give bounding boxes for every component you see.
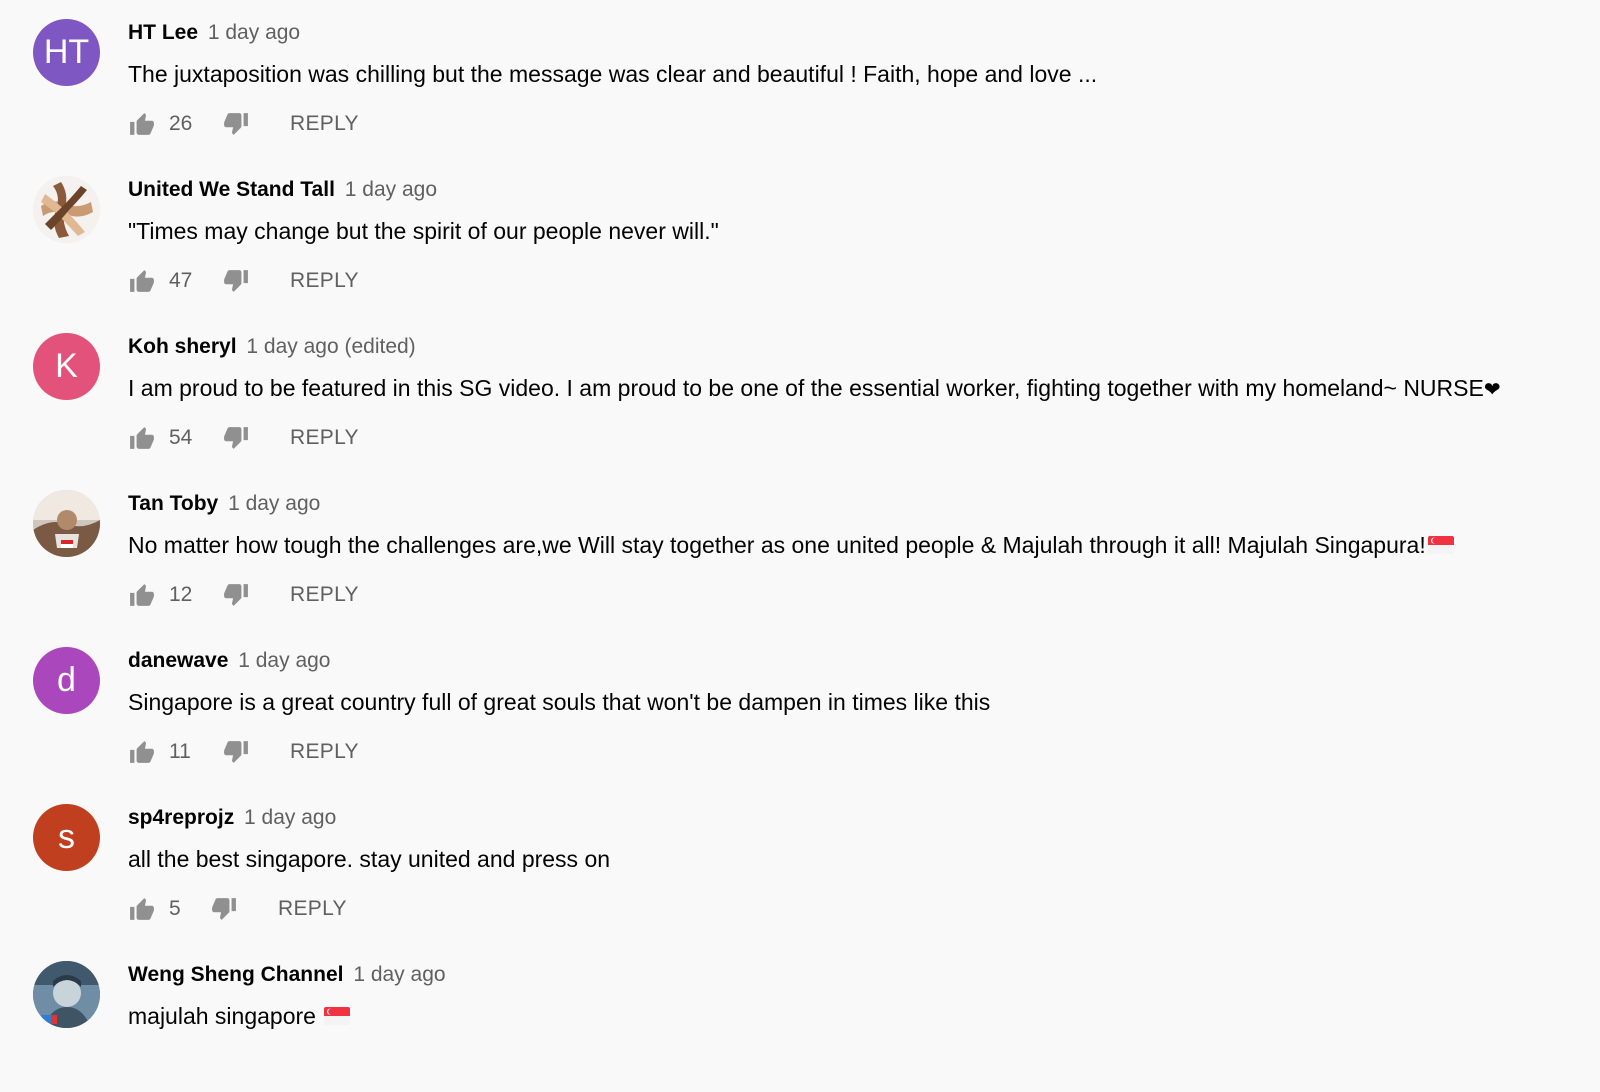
- comment-header: danewave 1 day ago: [128, 646, 330, 676]
- reply-button[interactable]: REPLY: [290, 740, 359, 764]
- avatar-initials: K: [55, 347, 78, 385]
- author-name[interactable]: HT Lee: [128, 21, 198, 44]
- published-time[interactable]: 1 day ago: [353, 963, 445, 986]
- like-count: 5: [169, 897, 181, 920]
- comment-text: majulah singapore: [128, 999, 351, 1033]
- joined-hands-avatar-icon[interactable]: [33, 176, 100, 243]
- thumbs-down-icon[interactable]: [222, 424, 250, 452]
- comment-action-bar: 47 REPLY: [128, 263, 359, 299]
- singapore-flag-icon: [324, 1007, 351, 1025]
- thumbs-down-icon[interactable]: [222, 581, 250, 609]
- thumbs-up-icon[interactable]: [128, 267, 156, 295]
- avatar[interactable]: d: [33, 647, 100, 714]
- published-time[interactable]: 1 day ago: [244, 806, 336, 829]
- reply-button[interactable]: REPLY: [278, 897, 347, 921]
- comment-action-bar: 54 REPLY: [128, 420, 359, 456]
- thumbs-up-icon[interactable]: [128, 581, 156, 609]
- comment-text: The juxtaposition was chilling but the m…: [128, 57, 1097, 91]
- comment-header: Tan Toby 1 day ago: [128, 489, 320, 519]
- comment-action-bar: 11 REPLY: [128, 734, 359, 770]
- author-name[interactable]: sp4reprojz: [128, 806, 234, 829]
- published-time[interactable]: 1 day ago: [238, 649, 330, 672]
- comment-header: United We Stand Tall 1 day ago: [128, 175, 437, 205]
- comment-header: Koh sheryl 1 day ago (edited): [128, 332, 416, 362]
- comment-text-body: I am proud to be featured in this SG vid…: [128, 375, 1484, 401]
- comment-text: all the best singapore. stay united and …: [128, 842, 610, 876]
- author-name[interactable]: Weng Sheng Channel: [128, 963, 343, 986]
- thumbs-up-icon[interactable]: [128, 738, 156, 766]
- author-name[interactable]: Tan Toby: [128, 492, 218, 515]
- reply-button[interactable]: REPLY: [290, 426, 359, 450]
- comment-action-bar: 5 REPLY: [128, 891, 347, 927]
- comment-thread: HT HT Lee 1 day ago The juxtaposition wa…: [0, 0, 1600, 150]
- comment-thread: s sp4reprojz 1 day ago all the best sing…: [0, 785, 1600, 935]
- avatar[interactable]: HT: [33, 19, 100, 86]
- comment-text-body: Singapore is a great country full of gre…: [128, 689, 991, 715]
- comment-text: I am proud to be featured in this SG vid…: [128, 371, 1501, 405]
- comment-text: No matter how tough the challenges are,w…: [128, 528, 1454, 562]
- thumbs-up-icon[interactable]: [128, 110, 156, 138]
- thumbs-down-icon[interactable]: [222, 110, 250, 138]
- comment-header: HT Lee 1 day ago: [128, 18, 300, 48]
- author-name[interactable]: United We Stand Tall: [128, 178, 335, 201]
- thumbs-up-icon[interactable]: [128, 895, 156, 923]
- profile-photo-avatar-icon[interactable]: [33, 490, 100, 557]
- comment-text: Singapore is a great country full of gre…: [128, 685, 990, 719]
- comment-text-body: majulah singapore: [128, 1003, 316, 1029]
- published-time[interactable]: 1 day ago (edited): [246, 335, 415, 358]
- avatar[interactable]: K: [33, 333, 100, 400]
- heart-icon: ❤: [1483, 379, 1501, 401]
- thumbs-down-icon[interactable]: [222, 738, 250, 766]
- author-name[interactable]: danewave: [128, 649, 228, 672]
- published-time[interactable]: 1 day ago: [228, 492, 320, 515]
- reply-button[interactable]: REPLY: [290, 112, 359, 136]
- like-count: 47: [169, 269, 193, 292]
- reply-button[interactable]: REPLY: [290, 269, 359, 293]
- published-time[interactable]: 1 day ago: [208, 21, 300, 44]
- comment-text: "Times may change but the spirit of our …: [128, 214, 719, 248]
- comment-thread: Weng Sheng Channel 1 day ago majulah sin…: [0, 942, 1600, 1092]
- thumbs-down-icon[interactable]: [222, 267, 250, 295]
- like-count: 26: [169, 112, 193, 135]
- comment-thread: K Koh sheryl 1 day ago (edited) I am pro…: [0, 314, 1600, 464]
- comment-thread: d danewave 1 day ago Singapore is a grea…: [0, 628, 1600, 778]
- thumbs-up-icon[interactable]: [128, 424, 156, 452]
- like-count: 11: [169, 740, 191, 763]
- comment-action-bar: 26 REPLY: [128, 106, 359, 142]
- comment-text-body: The juxtaposition was chilling but the m…: [128, 61, 1098, 87]
- avatar[interactable]: s: [33, 804, 100, 871]
- time-text: 1 day ago: [246, 335, 339, 358]
- profile-photo-avatar-icon[interactable]: [33, 961, 100, 1028]
- like-count: 54: [169, 426, 193, 449]
- like-count: 12: [169, 583, 193, 606]
- comment-header: Weng Sheng Channel 1 day ago: [128, 960, 446, 990]
- thumbs-down-icon[interactable]: [210, 895, 238, 923]
- comment-thread: Tan Toby 1 day ago No matter how tough t…: [0, 471, 1600, 621]
- comment-text-body: "Times may change but the spirit of our …: [128, 218, 719, 244]
- comment-action-bar: 12 REPLY: [128, 577, 359, 613]
- comment-text-body: No matter how tough the challenges are,w…: [128, 532, 1426, 558]
- author-name[interactable]: Koh sheryl: [128, 335, 237, 358]
- comment-thread: United We Stand Tall 1 day ago "Times ma…: [0, 157, 1600, 307]
- avatar-initials: s: [58, 818, 75, 856]
- edited-label: (edited): [344, 335, 416, 358]
- avatar-initials: d: [57, 661, 76, 699]
- published-time[interactable]: 1 day ago: [345, 178, 437, 201]
- singapore-flag-icon: [1427, 536, 1454, 554]
- reply-button[interactable]: REPLY: [290, 583, 359, 607]
- comment-header: sp4reprojz 1 day ago: [128, 803, 336, 833]
- comment-text-body: all the best singapore. stay united and …: [128, 846, 611, 872]
- avatar-initials: HT: [43, 33, 90, 71]
